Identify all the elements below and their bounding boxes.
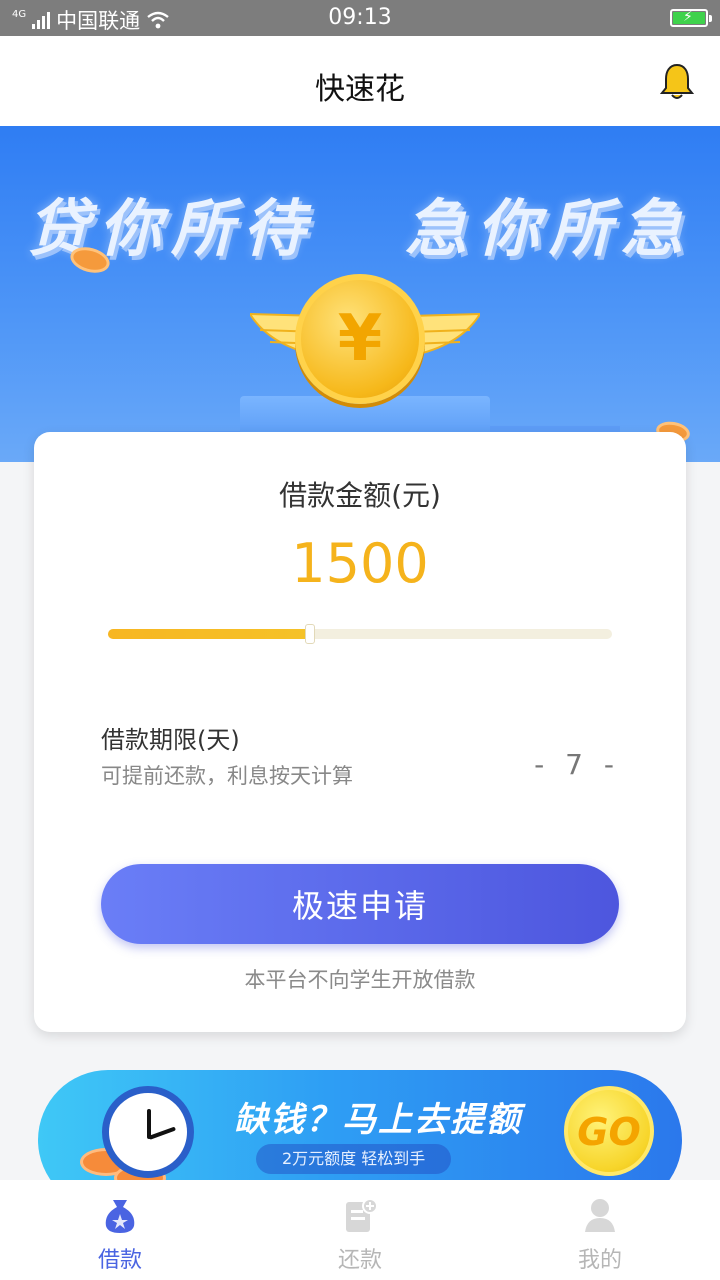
bell-icon[interactable] [660,62,694,102]
amount-slider-handle[interactable] [304,624,315,644]
app-header: 快速花 [0,36,720,126]
banner-slogan-right: 急你所急 [405,192,694,265]
page-title: 快速花 [315,72,405,107]
amount-label: 借款金额(元) [279,479,441,512]
nav-label-borrow: 借款 [97,1248,142,1273]
repay-document-icon [346,1198,378,1232]
banner-slogan: 贷你所待 急你所急 [0,178,720,268]
nav-item-borrow[interactable]: 借款 [0,1180,240,1280]
amount-value: 1500 [291,532,429,595]
promo-subtitle: 2万元额度 轻松到手 [256,1144,452,1174]
yen-symbol: ¥ [337,302,383,376]
yen-coin-icon: ¥ [295,274,425,404]
loan-card: 借款金额(元) 1500 借款期限(天) 可提前还款，利息按天计算 - 7 - … [34,432,686,1032]
charging-icon: ⚡ [683,9,693,25]
term-value[interactable]: - 7 - [534,748,620,781]
term-hint: 可提前还款，利息按天计算 [101,764,353,788]
nav-item-profile[interactable]: 我的 [480,1180,720,1280]
clock-time: 09:13 [328,5,392,30]
battery-icon: ⚡ [670,9,712,27]
bottom-nav: 借款 还款 我的 [0,1180,720,1280]
status-bar: 4G 中国联通 09:13 ⚡ [0,0,720,36]
nav-label-repay: 还款 [337,1248,382,1273]
promo-title: 缺钱？马上去提额 [234,1100,522,1140]
student-notice: 本平台不向学生开放借款 [244,968,476,992]
apply-button[interactable]: 极速申请 [101,864,619,944]
user-icon [585,1199,615,1232]
money-bag-icon [105,1200,135,1233]
nav-item-repay[interactable]: 还款 [240,1180,480,1280]
clock-icon [102,1086,194,1178]
term-label: 借款期限(天) [101,726,240,754]
go-label: GO [577,1110,641,1154]
amount-slider-fill [108,629,310,639]
promo-banner[interactable]: 贷你所待 急你所急 ¥ [0,126,720,462]
go-button[interactable]: GO [564,1086,654,1176]
nav-label-profile: 我的 [577,1248,622,1273]
amount-slider[interactable] [108,624,612,644]
